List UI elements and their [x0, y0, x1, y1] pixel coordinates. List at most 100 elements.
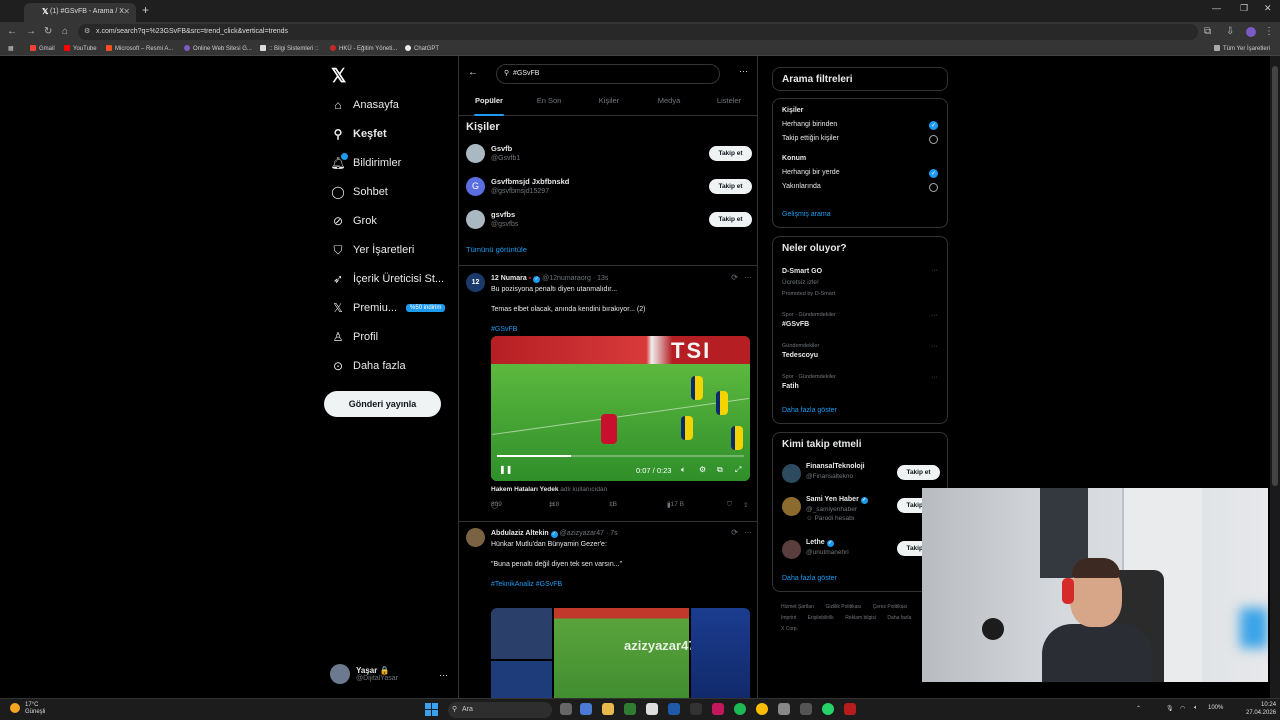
footer-link[interactable]: Gizlilik Politikası [825, 604, 861, 610]
post-button[interactable]: Gönderi yayınla [324, 391, 441, 417]
bookmark-website[interactable]: Online Web Sitesi G... [184, 45, 252, 52]
suggested-account[interactable]: Lethe ✓ @unutmanehri Takip et [782, 537, 940, 563]
video-player[interactable]: TSI ❚❚ 0:07 / 0:23 🔈︎ ⚙ ⧉ ⤢ [491, 336, 750, 481]
nav-grok[interactable]: ⊘ Grok [331, 214, 377, 228]
video-progress-bar[interactable] [497, 455, 744, 457]
settings-icon[interactable]: ⚙ [699, 465, 706, 474]
radio-icon[interactable] [929, 183, 938, 192]
task-view-icon[interactable] [560, 703, 572, 715]
taskbar-search[interactable]: ⚲ Ara [448, 702, 552, 718]
tweet[interactable]: 12 12 Numara ▪ ✓ @12numaraorg · 13s ⟳ ··… [466, 273, 752, 518]
scroll-thumb[interactable] [1272, 66, 1278, 486]
profile-avatar[interactable] [1246, 27, 1256, 37]
site-info-icon[interactable]: ⚙ [84, 27, 90, 35]
follow-button[interactable]: Takip et [709, 179, 752, 194]
follow-button[interactable]: Takip et [709, 212, 752, 227]
nav-profile[interactable]: ♙ Profil [331, 330, 378, 344]
share-icon[interactable]: ⇪ [743, 501, 748, 509]
follow-button[interactable]: Takip et [709, 146, 752, 161]
nav-bookmarks[interactable]: ⛉ Yer İşaretleri [331, 243, 414, 257]
follow-button[interactable]: Takip et [897, 465, 940, 480]
show-more-link[interactable]: Daha fazla göster [782, 407, 837, 414]
forward-icon[interactable]: → [26, 26, 36, 37]
bookmark-chatgpt[interactable]: ChatGPT [405, 45, 439, 52]
account-more-icon[interactable]: ··· [439, 670, 448, 680]
minimize-icon[interactable]: — [1212, 3, 1221, 13]
advanced-search-link[interactable]: Gelişmiş arama [782, 211, 831, 218]
tab-lists[interactable]: Listeler [699, 90, 757, 116]
grok-icon[interactable]: ⟳ [731, 273, 738, 282]
bookmark-microsoft[interactable]: Microsoft – Resmi A... [106, 45, 173, 52]
bookmark-gmail[interactable]: Gmail [30, 45, 55, 52]
battery-level[interactable]: 100% [1208, 705, 1223, 711]
app-icon[interactable] [800, 703, 812, 715]
apps-icon[interactable]: ▦ [8, 45, 14, 52]
downloads-icon[interactable]: ⇩ [1226, 26, 1234, 37]
footer-link[interactable]: Reklam bilgisi [845, 615, 876, 621]
more-icon[interactable]: ··· [744, 273, 752, 282]
weather-widget[interactable]: 17°C Güneşli [10, 702, 45, 716]
search-input[interactable]: ⚲ #GSvFB [496, 64, 720, 84]
more-icon[interactable]: ··· [739, 66, 748, 76]
footer-link[interactable]: Erişilebilirlik [808, 615, 834, 621]
tray-chevron-icon[interactable]: ⌃ [1136, 705, 1141, 712]
close-window-icon[interactable]: ✕ [1264, 3, 1272, 14]
tab-latest[interactable]: En Son [519, 90, 579, 116]
file-explorer-icon[interactable] [602, 703, 614, 715]
new-tab-button[interactable]: + [142, 3, 149, 17]
show-more-link[interactable]: Daha fazla göster [782, 575, 837, 582]
nav-explore[interactable]: ⚲ Keşfet [331, 127, 387, 141]
volume-icon[interactable]: 🔈︎ [681, 465, 686, 475]
person-row[interactable]: G Gsvfbmsjd Jxbfbnskd @gsvfbmsjd15297 Ta… [466, 175, 752, 201]
filter-option[interactable]: Yakınlarında [782, 183, 821, 190]
radio-checked-icon[interactable]: ✓ [929, 169, 938, 178]
nav-more[interactable]: ⊙ Daha fazla [331, 359, 406, 373]
chrome-icon[interactable] [756, 703, 768, 715]
footer-link[interactable]: Çerez Politikası [873, 604, 908, 610]
more-icon[interactable]: ··· [931, 343, 938, 350]
trend-name[interactable]: Tedescoyu [782, 352, 818, 359]
back-arrow-icon[interactable]: ← [468, 67, 478, 78]
promo-name[interactable]: D-Smart GO [782, 268, 822, 275]
nav-chat[interactable]: ◯ Sohbet [331, 185, 388, 199]
copilot-icon[interactable] [580, 703, 592, 715]
nav-creator-studio[interactable]: ➶ İçerik Üreticisi St... [331, 272, 444, 286]
filter-option[interactable]: Herhangi bir yerde [782, 169, 840, 176]
filter-option[interactable]: Herhangi birinden [782, 121, 837, 128]
radio-checked-icon[interactable]: ✓ [929, 121, 938, 130]
extensions-icon[interactable]: ⧉ [1204, 26, 1211, 37]
tab-popular[interactable]: Popüler [459, 90, 519, 116]
person-row[interactable]: gsvfbs @gsvfbs Takip et [466, 208, 752, 234]
tweet-author[interactable]: 12 Numara [491, 275, 527, 282]
store-icon[interactable] [646, 703, 658, 715]
account-switcher[interactable]: Yaşar 🔒 @DijitalYasar [330, 664, 398, 684]
scrollbar[interactable] [1270, 56, 1280, 698]
radio-icon[interactable] [929, 135, 938, 144]
whatsapp-icon[interactable] [822, 703, 834, 715]
reload-icon[interactable]: ↻ [44, 26, 52, 37]
nav-notifications[interactable]: 🔔︎ Bildirimler [330, 153, 401, 170]
footer-link[interactable]: Imprint [781, 615, 796, 621]
more-icon[interactable]: ··· [931, 267, 938, 274]
system-clock[interactable]: 10:24 27.04.2026 [1246, 701, 1276, 717]
hashtag-link[interactable]: #GSvFB [491, 326, 517, 333]
person-row[interactable]: Gsvfb @Gsvfb1 Takip et [466, 142, 752, 168]
volume-icon[interactable]: 🔈︎ [1194, 705, 1198, 712]
pip-icon[interactable]: ⧉ [717, 465, 723, 475]
tab-media[interactable]: Medya [639, 90, 699, 116]
tweet[interactable]: Abdulaziz Altekin ✓ @azizyazar47 · 7s ⟳ … [466, 528, 752, 698]
windows-start-icon[interactable] [425, 703, 438, 716]
trend-name[interactable]: Fatih [782, 383, 799, 390]
browser-tab[interactable]: 𝕏 (1) #GSvFB - Arama / X ✕ [24, 3, 136, 22]
footer-link[interactable]: Daha fazla [887, 615, 911, 621]
filter-option[interactable]: Takip ettiğin kişiler [782, 135, 839, 142]
more-icon[interactable]: ··· [931, 374, 938, 381]
home-icon[interactable]: ⌂ [62, 26, 68, 37]
tweet-author[interactable]: Abdulaziz Altekin [491, 530, 549, 537]
grok-icon[interactable]: ⟳ [731, 528, 738, 537]
tweet-media[interactable]: azizyazar47 [491, 608, 750, 698]
spotify-icon[interactable] [734, 703, 746, 715]
menu-icon[interactable]: ⋮ [1264, 26, 1274, 37]
nav-premium[interactable]: 𝕏 Premiu... %50 indirim [331, 301, 446, 315]
x-logo-icon[interactable]: 𝕏 [331, 65, 346, 88]
